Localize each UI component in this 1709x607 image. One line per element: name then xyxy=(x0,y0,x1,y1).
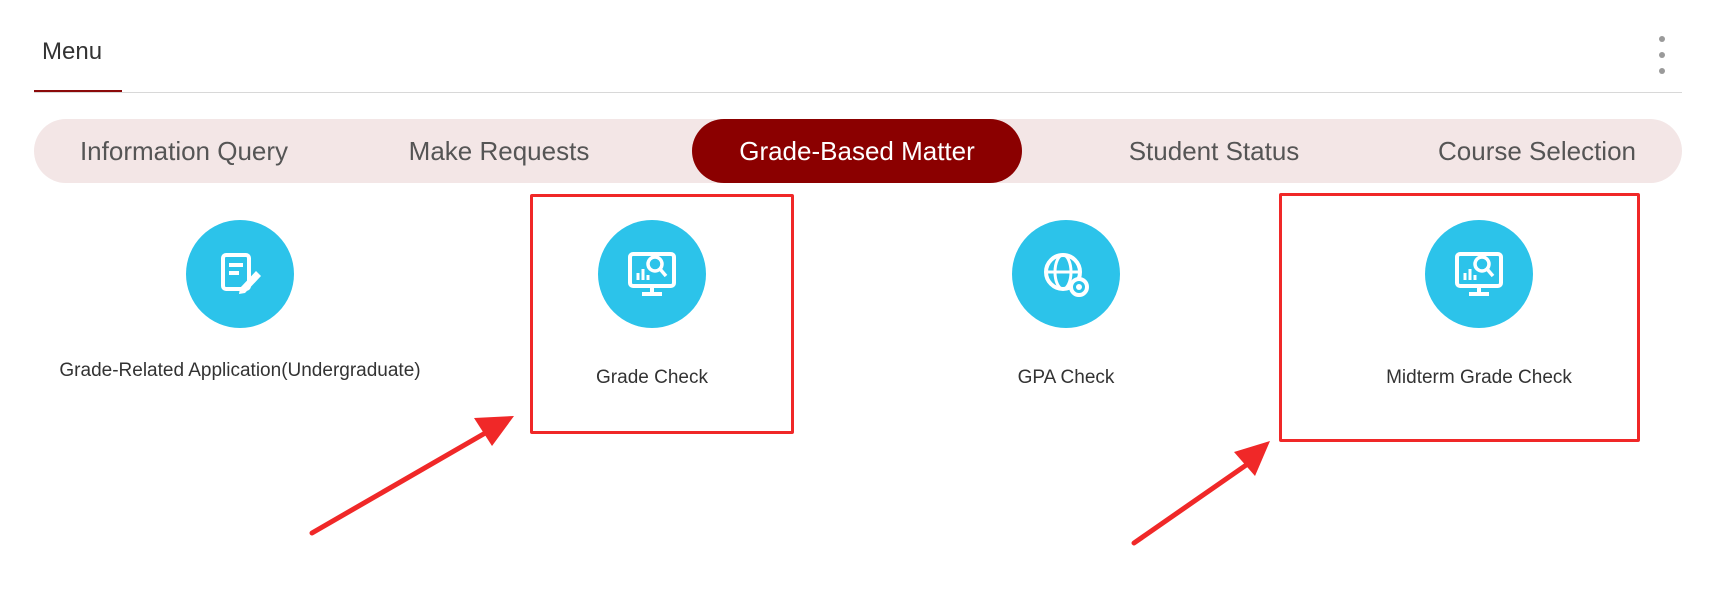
monitor-search-icon xyxy=(598,220,706,328)
arrow-to-grade-check xyxy=(309,416,514,536)
gpa-gear-icon xyxy=(1012,220,1120,328)
tab-course-selection[interactable]: Course Selection xyxy=(1392,119,1682,183)
tab-information-query[interactable]: Information Query xyxy=(34,119,334,183)
category-tab-bar: Information Query Make Requests Grade-Ba… xyxy=(34,119,1682,183)
page: Menu Information Query Make Requests Gra… xyxy=(0,0,1709,607)
midterm-grade-check-label: Midterm Grade Check xyxy=(1386,367,1572,388)
grade-related-application-label: Grade-Related Application(Undergraduate) xyxy=(59,360,421,381)
grade-check-label: Grade Check xyxy=(596,367,708,388)
tab-student-status[interactable]: Student Status xyxy=(1064,119,1364,183)
tab-make-requests[interactable]: Make Requests xyxy=(364,119,634,183)
gpa-check-label: GPA Check xyxy=(1017,367,1115,388)
gpa-check-item[interactable]: GPA Check xyxy=(946,220,1186,420)
monitor-search-icon xyxy=(1425,220,1533,328)
midterm-grade-check-item[interactable]: Midterm Grade Check xyxy=(1329,220,1629,420)
grade-check-item[interactable]: Grade Check xyxy=(532,220,772,420)
edit-document-icon xyxy=(186,220,294,328)
grade-related-application-item[interactable]: Grade-Related Application(Undergraduate) xyxy=(20,220,460,420)
menu-header: Menu xyxy=(0,0,1709,94)
more-options-icon[interactable] xyxy=(1652,34,1672,76)
tab-grade-based-matter[interactable]: Grade-Based Matter xyxy=(692,119,1022,183)
menu-title: Menu xyxy=(42,38,103,65)
header-divider xyxy=(34,92,1682,93)
arrow-to-midterm-grade-check xyxy=(1131,441,1270,546)
